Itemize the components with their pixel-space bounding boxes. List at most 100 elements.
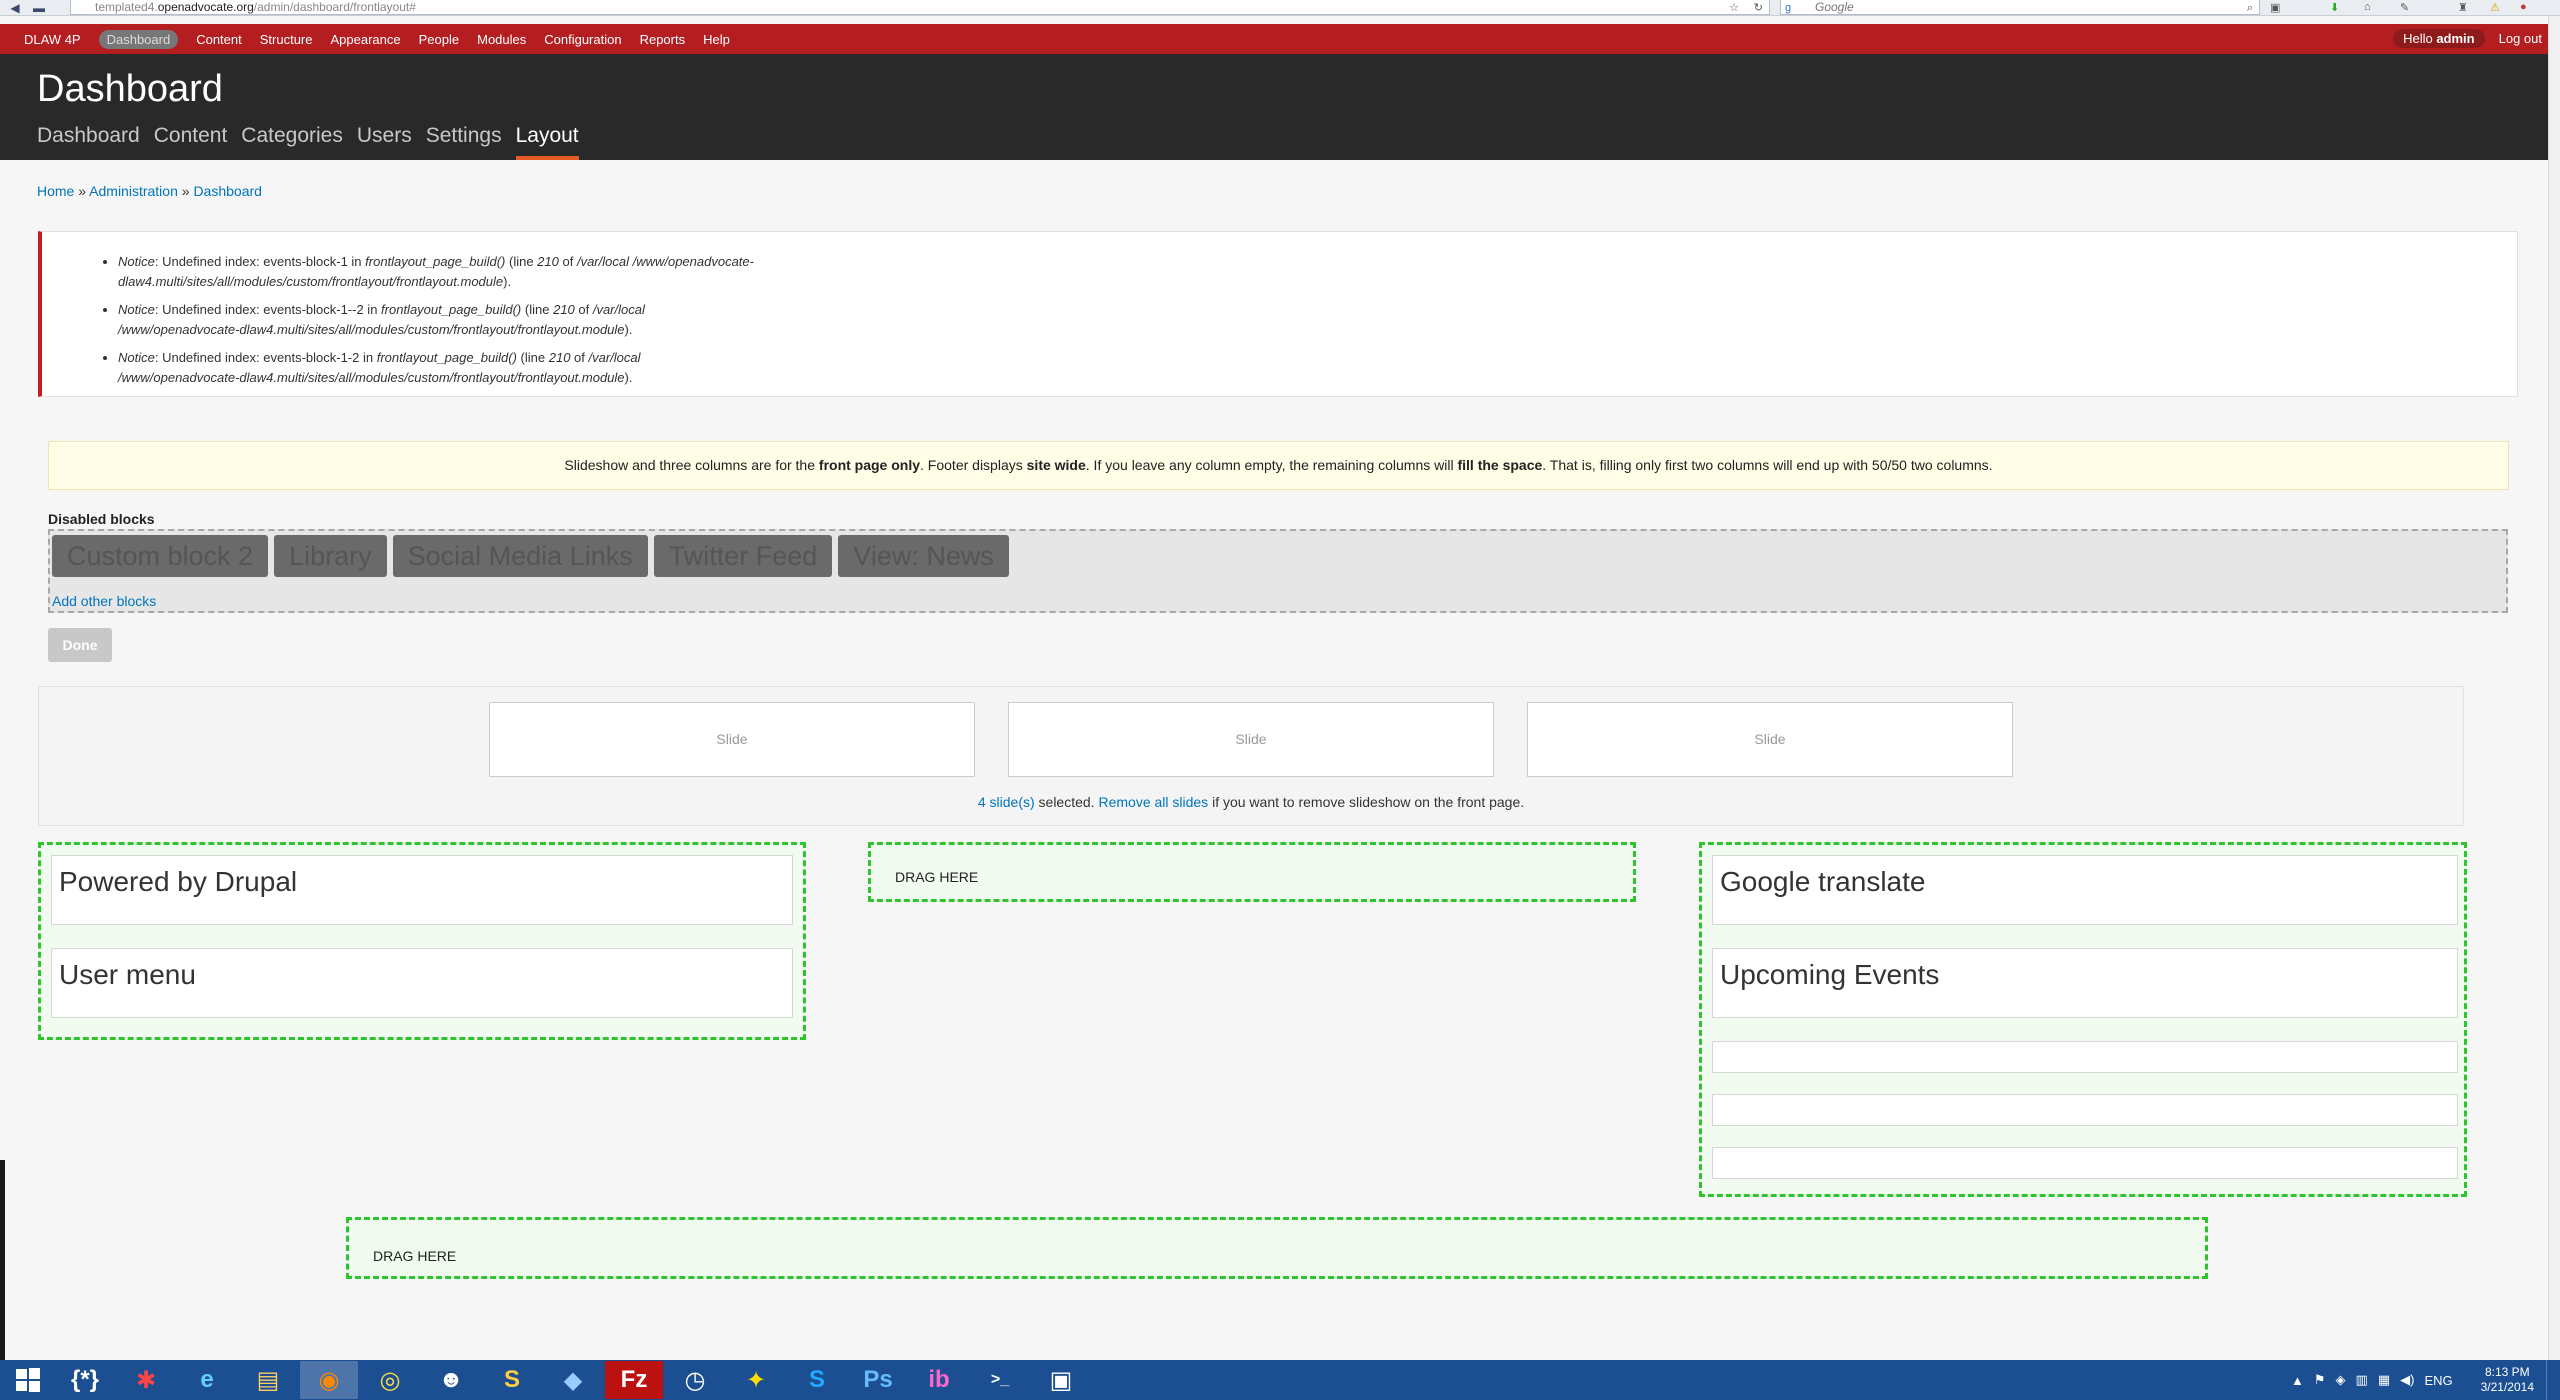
block-powered-by-drupal[interactable]: Powered by Drupal [51, 855, 793, 925]
toolbar-item-configuration[interactable]: Configuration [544, 32, 621, 47]
toolbar-item-home[interactable]: DLAW 4P [24, 32, 81, 47]
clock-date: 3/21/2014 [2480, 1380, 2534, 1394]
language-indicator[interactable]: ENG [2424, 1373, 2452, 1388]
address-bar[interactable]: templated4.openadvocate.org/admin/dashbo… [70, 0, 1770, 15]
info-emphasis: front page only [818, 457, 921, 473]
page-scrollbar[interactable] [2548, 16, 2560, 1360]
disabled-block-view-news[interactable]: View: News [838, 535, 1009, 577]
page-header: Dashboard Dashboard Content Categories U… [0, 54, 2548, 160]
empty-block[interactable] [1712, 1094, 2458, 1126]
taskbar-app-remote-icon[interactable]: ▣ [1032, 1361, 1090, 1399]
taskbar-app-red-icon[interactable]: ✱ [117, 1361, 175, 1399]
empty-block[interactable] [1712, 1147, 2458, 1179]
slide-item[interactable]: Slide [489, 702, 975, 777]
toolbar-item-people[interactable]: People [419, 32, 459, 47]
middle-column-region[interactable]: DRAG HERE [868, 842, 1636, 902]
disabled-blocks-zone[interactable]: Custom block 2 Library Social Media Link… [48, 529, 2508, 613]
breadcrumb-home[interactable]: Home [37, 183, 74, 199]
breadcrumb-administration[interactable]: Administration [89, 183, 178, 199]
hello-user[interactable]: Hello admin [2393, 29, 2485, 48]
empty-block[interactable] [1712, 1041, 2458, 1073]
add-other-blocks-link[interactable]: Add other blocks [52, 593, 156, 609]
logout-link[interactable]: Log out [2499, 31, 2542, 46]
page-title: Dashboard [37, 68, 223, 110]
taskbar-app-dolphin-icon[interactable]: ◆ [544, 1361, 602, 1399]
block-upcoming-events[interactable]: Upcoming Events [1712, 948, 2458, 1018]
taskbar-app-terminal-icon[interactable]: >_ [971, 1361, 1029, 1399]
tab-users[interactable]: Users [357, 124, 412, 160]
network-icon[interactable]: ▥ [2356, 1372, 2368, 1388]
notice-text: ). [624, 322, 633, 337]
tray-app-icon[interactable]: ◈ [2336, 1372, 2346, 1388]
tab-categories[interactable]: Categories [241, 124, 343, 160]
toolbar-item-reports[interactable]: Reports [640, 32, 686, 47]
taskbar-app-clock-icon[interactable]: ◷ [666, 1361, 724, 1399]
flag-icon[interactable]: ⚑ [2314, 1372, 2326, 1388]
taskbar-app-thunderbird-icon[interactable]: ☻ [422, 1361, 480, 1399]
taskbar-app-brackets-icon[interactable]: {*} [56, 1361, 114, 1399]
done-button[interactable]: Done [48, 628, 112, 662]
menu-icon[interactable]: ▬ [30, 1, 48, 15]
notice-text: (line [521, 302, 554, 317]
addon-icon[interactable]: ✎ [2400, 1, 2409, 14]
notice-line: 210 [548, 350, 571, 365]
search-icon[interactable]: ⌕ [2247, 1, 2253, 15]
taskbar-app-firefox-icon[interactable]: ◉ [300, 1361, 358, 1399]
toolbar-item-appearance[interactable]: Appearance [331, 32, 401, 47]
footer-region[interactable]: DRAG HERE [346, 1217, 2208, 1279]
breadcrumb-dashboard[interactable]: Dashboard [193, 183, 262, 199]
disabled-block-twitter-feed[interactable]: Twitter Feed [653, 535, 833, 577]
disabled-block-custom-block-2[interactable]: Custom block 2 [52, 535, 269, 577]
toolbar-item-content[interactable]: Content [196, 32, 242, 47]
toolbar-item-structure[interactable]: Structure [260, 32, 313, 47]
search-input[interactable]: g Google ⌕ [1780, 0, 2260, 15]
taskbar-app-chrome-icon[interactable]: ◎ [361, 1361, 419, 1399]
addon-icon[interactable]: ● [2520, 1, 2527, 13]
toolbar-item-dashboard[interactable]: Dashboard [98, 29, 179, 49]
taskbar-app-indesign-icon[interactable]: ib [910, 1361, 968, 1399]
show-hidden-icons-icon[interactable]: ▲ [2291, 1373, 2304, 1388]
disabled-block-library[interactable]: Library [274, 535, 387, 577]
tray-app-icon[interactable]: ▦ [2378, 1372, 2390, 1388]
slide-item[interactable]: Slide [1008, 702, 1494, 777]
taskbar-app-ie-icon[interactable]: e [178, 1361, 236, 1399]
block-title: User menu [59, 959, 196, 990]
reload-icon[interactable]: ↻ [1754, 1, 1763, 15]
addon-icon[interactable]: ♜ [2458, 1, 2468, 14]
bookmarks-icon[interactable]: ▣ [2270, 1, 2280, 14]
right-column-region[interactable]: Google translate Upcoming Events [1699, 842, 2467, 1197]
remove-all-slides-link[interactable]: Remove all slides [1098, 794, 1208, 810]
volume-icon[interactable]: ◀) [2400, 1372, 2414, 1388]
taskbar-app-explorer-icon[interactable]: ▤ [239, 1361, 297, 1399]
taskbar-app-sublime-icon[interactable]: S [483, 1361, 541, 1399]
tab-settings[interactable]: Settings [426, 124, 502, 160]
toolbar-item-help[interactable]: Help [703, 32, 730, 47]
left-column-region[interactable]: Powered by Drupal User menu [38, 842, 806, 1040]
taskbar-app-photoshop-icon[interactable]: Ps [849, 1361, 907, 1399]
slideshow-region: Slide Slide Slide 4 slide(s) selected. R… [38, 686, 2464, 826]
download-icon[interactable]: ⬇ [2330, 1, 2339, 14]
clock[interactable]: 8:13 PM 3/21/2014 [2481, 1365, 2534, 1395]
start-button[interactable] [0, 1360, 56, 1400]
back-icon[interactable]: ◀ [6, 1, 24, 15]
notice-text: ). [624, 370, 633, 385]
tab-layout[interactable]: Layout [515, 124, 579, 160]
disabled-block-social-media-links[interactable]: Social Media Links [392, 535, 648, 577]
taskbar-app-aim-icon[interactable]: ✦ [727, 1361, 785, 1399]
toolbar-item-modules[interactable]: Modules [477, 32, 526, 47]
slide-item[interactable]: Slide [1527, 702, 2013, 777]
notice-label: Notice [118, 254, 155, 269]
notice-function: frontlayout_page_build() [376, 350, 517, 365]
home-icon[interactable]: ⌂ [2364, 1, 2371, 13]
block-user-menu[interactable]: User menu [51, 948, 793, 1018]
show-desktop-button[interactable] [2546, 1360, 2560, 1400]
bookmark-star-icon[interactable]: ☆ [1729, 1, 1739, 15]
addon-icon[interactable]: ⚠ [2490, 1, 2500, 14]
taskbar-app-filezilla-icon[interactable]: Fz [605, 1361, 663, 1399]
block-google-translate[interactable]: Google translate [1712, 855, 2458, 925]
taskbar-app-skype-icon[interactable]: S [788, 1361, 846, 1399]
tab-content[interactable]: Content [154, 124, 228, 160]
drag-here-label: DRAG HERE [373, 1248, 457, 1264]
slides-count-link[interactable]: 4 slide(s) [978, 794, 1035, 810]
tab-dashboard[interactable]: Dashboard [37, 124, 140, 160]
